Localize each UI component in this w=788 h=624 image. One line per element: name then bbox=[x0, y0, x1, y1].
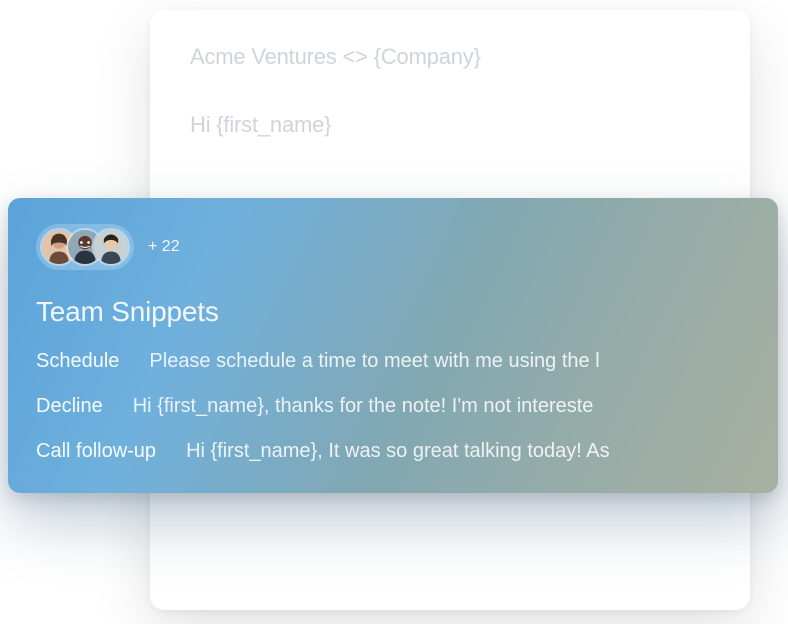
snippet-preview: Hi {first_name}, It was so great talking… bbox=[186, 440, 610, 463]
team-snippets-panel: + 22 Team Snippets Schedule Please sched… bbox=[8, 198, 778, 493]
snippets-title: Team Snippets bbox=[36, 296, 778, 328]
snippet-name: Decline bbox=[36, 395, 103, 418]
email-subject[interactable]: Acme Ventures <> {Company} bbox=[190, 44, 710, 70]
snippet-row[interactable]: Call follow-up Hi {first_name}, It was s… bbox=[36, 440, 778, 463]
avatar bbox=[92, 228, 130, 266]
members-avatars[interactable] bbox=[36, 224, 134, 270]
snippet-row[interactable]: Decline Hi {first_name}, thanks for the … bbox=[36, 395, 778, 418]
snippet-row[interactable]: Schedule Please schedule a time to meet … bbox=[36, 350, 778, 373]
members-more-count: + 22 bbox=[148, 238, 180, 256]
snippet-name: Call follow-up bbox=[36, 440, 156, 463]
snippet-preview: Please schedule a time to meet with me u… bbox=[149, 350, 599, 373]
members-row: + 22 bbox=[36, 224, 778, 270]
snippet-name: Schedule bbox=[36, 350, 119, 373]
email-body-greeting[interactable]: Hi {first_name} bbox=[190, 112, 710, 138]
snippets-list: Schedule Please schedule a time to meet … bbox=[36, 350, 778, 463]
snippet-preview: Hi {first_name}, thanks for the note! I'… bbox=[133, 395, 594, 418]
